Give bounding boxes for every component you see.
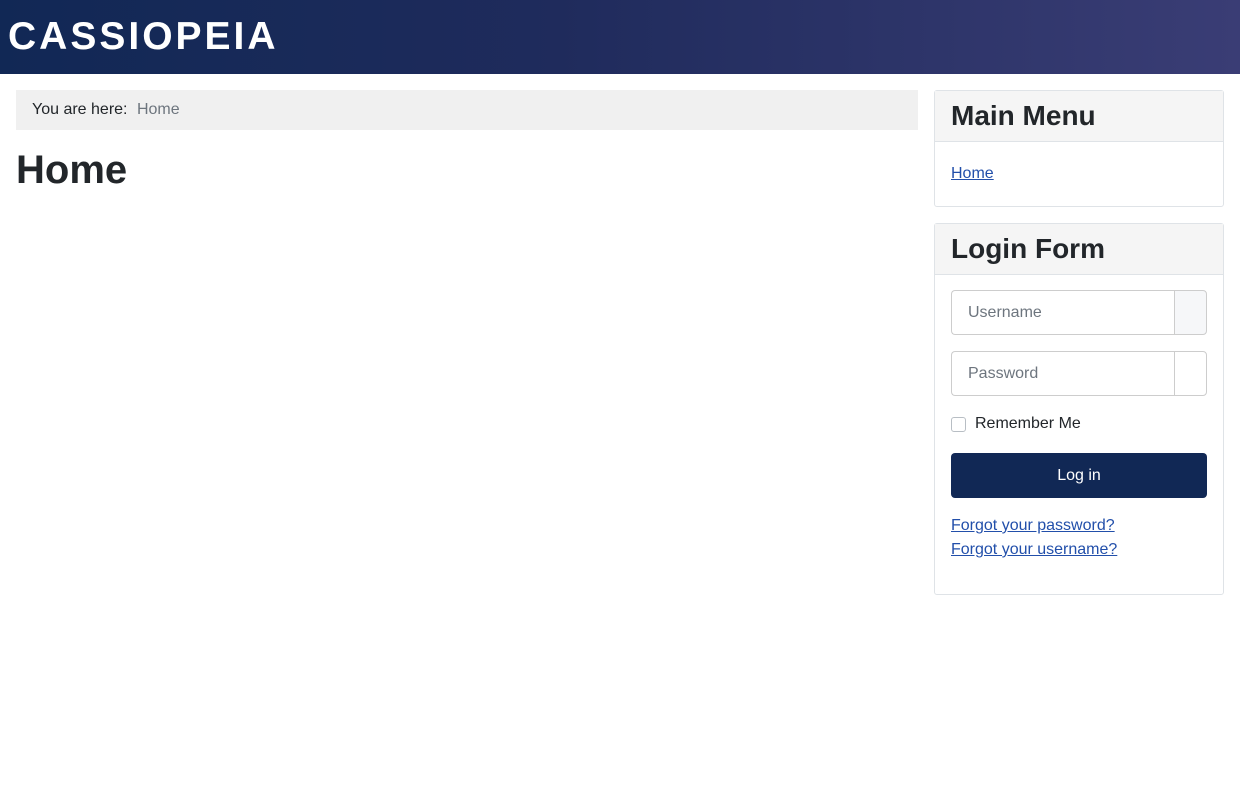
site-logo[interactable]: CASSIOPEIA bbox=[8, 17, 279, 56]
remember-me-label: Remember Me bbox=[975, 415, 1081, 432]
username-input[interactable] bbox=[951, 290, 1174, 335]
main-menu-title: Main Menu bbox=[935, 91, 1223, 142]
login-form-title: Login Form bbox=[935, 224, 1223, 275]
remember-me-checkbox[interactable] bbox=[951, 416, 966, 432]
password-input[interactable] bbox=[951, 351, 1174, 396]
forgot-username-link[interactable]: Forgot your username? bbox=[951, 541, 1117, 559]
password-toggle-button[interactable] bbox=[1174, 351, 1207, 396]
breadcrumb: You are here: Home bbox=[16, 90, 918, 130]
site-header: CASSIOPEIA bbox=[0, 0, 1240, 74]
login-form-card: Login Form Remember Me Log in Forgot you… bbox=[934, 223, 1224, 595]
forgot-password-link[interactable]: Forgot your password? bbox=[951, 517, 1115, 535]
remember-me[interactable]: Remember Me bbox=[951, 415, 1081, 433]
password-field-group bbox=[951, 351, 1207, 396]
login-button[interactable]: Log in bbox=[951, 453, 1207, 498]
breadcrumb-item-home: Home bbox=[136, 101, 180, 118]
main-menu-card: Main Menu Home bbox=[934, 90, 1224, 207]
username-addon bbox=[1174, 290, 1207, 335]
breadcrumb-prefix: You are here: bbox=[32, 101, 128, 118]
menu-item-home[interactable]: Home bbox=[951, 165, 994, 183]
page-title: Home bbox=[16, 148, 128, 192]
username-field-group bbox=[951, 290, 1207, 335]
